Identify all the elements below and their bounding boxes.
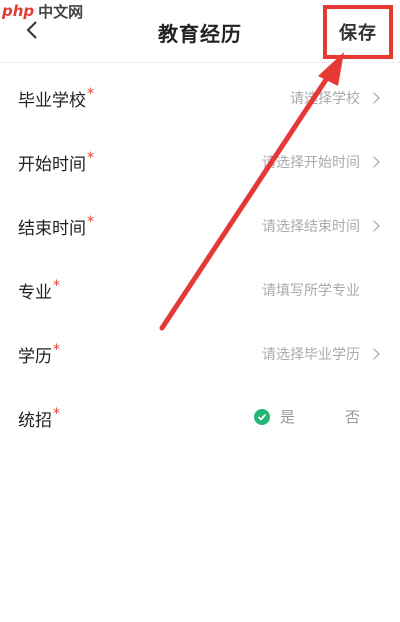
education-form: 毕业学校* 请选择学校 开始时间* 请选择开始时间 结束时间* 请选择结束时间 … — [0, 62, 400, 446]
save-highlight-box: 保存 — [323, 5, 393, 59]
required-mark: * — [87, 86, 94, 102]
check-icon — [253, 408, 270, 425]
row-school[interactable]: 毕业学校* 请选择学校 — [0, 62, 400, 126]
required-mark: * — [87, 150, 94, 166]
required-mark: * — [53, 406, 60, 422]
radio-no[interactable]: 否 — [345, 406, 360, 427]
row-label: 结束时间* — [18, 214, 94, 239]
school-select[interactable]: 请选择学校 — [290, 88, 380, 108]
unified-admission-radio-group: 是 否 — [253, 406, 360, 427]
chevron-right-icon — [368, 156, 380, 168]
row-label: 统招* — [18, 406, 60, 431]
radio-yes-label: 是 — [279, 408, 295, 426]
chevron-right-icon — [368, 348, 380, 360]
row-label: 毕业学校* — [18, 86, 94, 111]
required-mark: * — [87, 214, 94, 230]
radio-no-label: 否 — [344, 408, 360, 426]
row-label: 专业* — [18, 278, 60, 303]
row-degree[interactable]: 学历* 请选择毕业学历 — [0, 318, 400, 382]
radio-yes[interactable]: 是 — [253, 406, 295, 427]
major-input[interactable]: 请填写所学专业 — [262, 280, 360, 300]
end-time-select[interactable]: 请选择结束时间 — [262, 216, 380, 236]
row-label: 开始时间* — [18, 150, 94, 175]
save-button[interactable]: 保存 — [339, 19, 377, 45]
row-start-time[interactable]: 开始时间* 请选择开始时间 — [0, 126, 400, 190]
degree-select[interactable]: 请选择毕业学历 — [262, 344, 380, 364]
row-label: 学历* — [18, 342, 60, 367]
row-major[interactable]: 专业* 请填写所学专业 — [0, 254, 400, 318]
required-mark: * — [53, 278, 60, 294]
chevron-right-icon — [368, 220, 380, 232]
row-end-time[interactable]: 结束时间* 请选择结束时间 — [0, 190, 400, 254]
required-mark: * — [53, 342, 60, 358]
row-unified-admission: 统招* 是 否 — [0, 382, 400, 446]
header: 教育经历 保存 — [0, 0, 400, 63]
chevron-right-icon — [368, 92, 380, 104]
start-time-select[interactable]: 请选择开始时间 — [262, 152, 380, 172]
